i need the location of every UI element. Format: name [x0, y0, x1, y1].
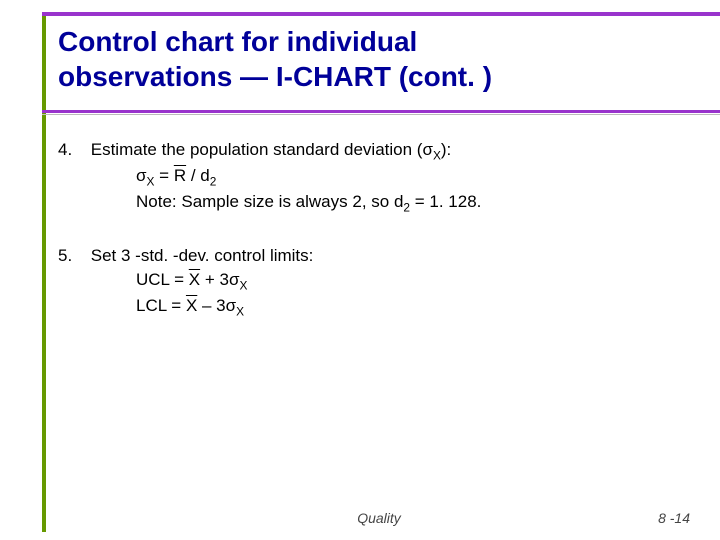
note-pre: Note: Sample size is always 2, so d — [136, 192, 403, 211]
top-border — [42, 12, 720, 16]
r-bar: R — [174, 166, 186, 185]
list-item-5: 5. Set 3 -std. -dev. control limits: UCL… — [58, 244, 700, 320]
ucl-label: UCL = — [136, 270, 189, 289]
lcl-label: LCL = — [136, 296, 186, 315]
title-line-1: Control chart for individual — [58, 26, 417, 57]
left-border — [42, 16, 46, 532]
x-bar: X — [186, 296, 197, 315]
list-item-4: 4. Estimate the population standard devi… — [58, 138, 700, 216]
title-line-2: observations — I-CHART (cont. ) — [58, 61, 492, 92]
eq: = — [154, 166, 173, 185]
item4-text: Estimate the population standard deviati… — [91, 140, 433, 159]
ucl-sub: X — [239, 278, 247, 292]
item-number: 5. — [58, 244, 86, 268]
item4-note: Note: Sample size is always 2, so d2 = 1… — [136, 190, 700, 216]
item4-formula: σX = R / d2 — [136, 164, 700, 190]
d-sub: 2 — [210, 174, 217, 188]
lcl-formula: LCL = X – 3σX — [136, 294, 700, 320]
divide-d: / d — [186, 166, 210, 185]
lcl-sub: X — [236, 304, 244, 318]
lcl-rest: – 3σ — [197, 296, 236, 315]
note-post: = 1. 128. — [410, 192, 481, 211]
title-underline-shadow — [42, 114, 720, 115]
ucl-rest: + 3σ — [200, 270, 239, 289]
x-bar: X — [189, 270, 200, 289]
slide-title: Control chart for individual observation… — [58, 18, 700, 100]
slide-body: 4. Estimate the population standard devi… — [58, 138, 700, 320]
sigma: σ — [136, 166, 147, 185]
item4-sub: X — [433, 148, 441, 162]
item4-text-end: ): — [441, 140, 451, 159]
item5-text: Set 3 -std. -dev. control limits: — [91, 246, 314, 265]
slide-content: Control chart for individual observation… — [58, 18, 700, 532]
slide-frame: Control chart for individual observation… — [18, 12, 720, 532]
footer-center: Quality — [58, 510, 700, 526]
title-underline — [42, 110, 720, 113]
ucl-formula: UCL = X + 3σX — [136, 268, 700, 294]
footer-page-number: 8 -14 — [658, 510, 690, 526]
item-number: 4. — [58, 138, 86, 162]
